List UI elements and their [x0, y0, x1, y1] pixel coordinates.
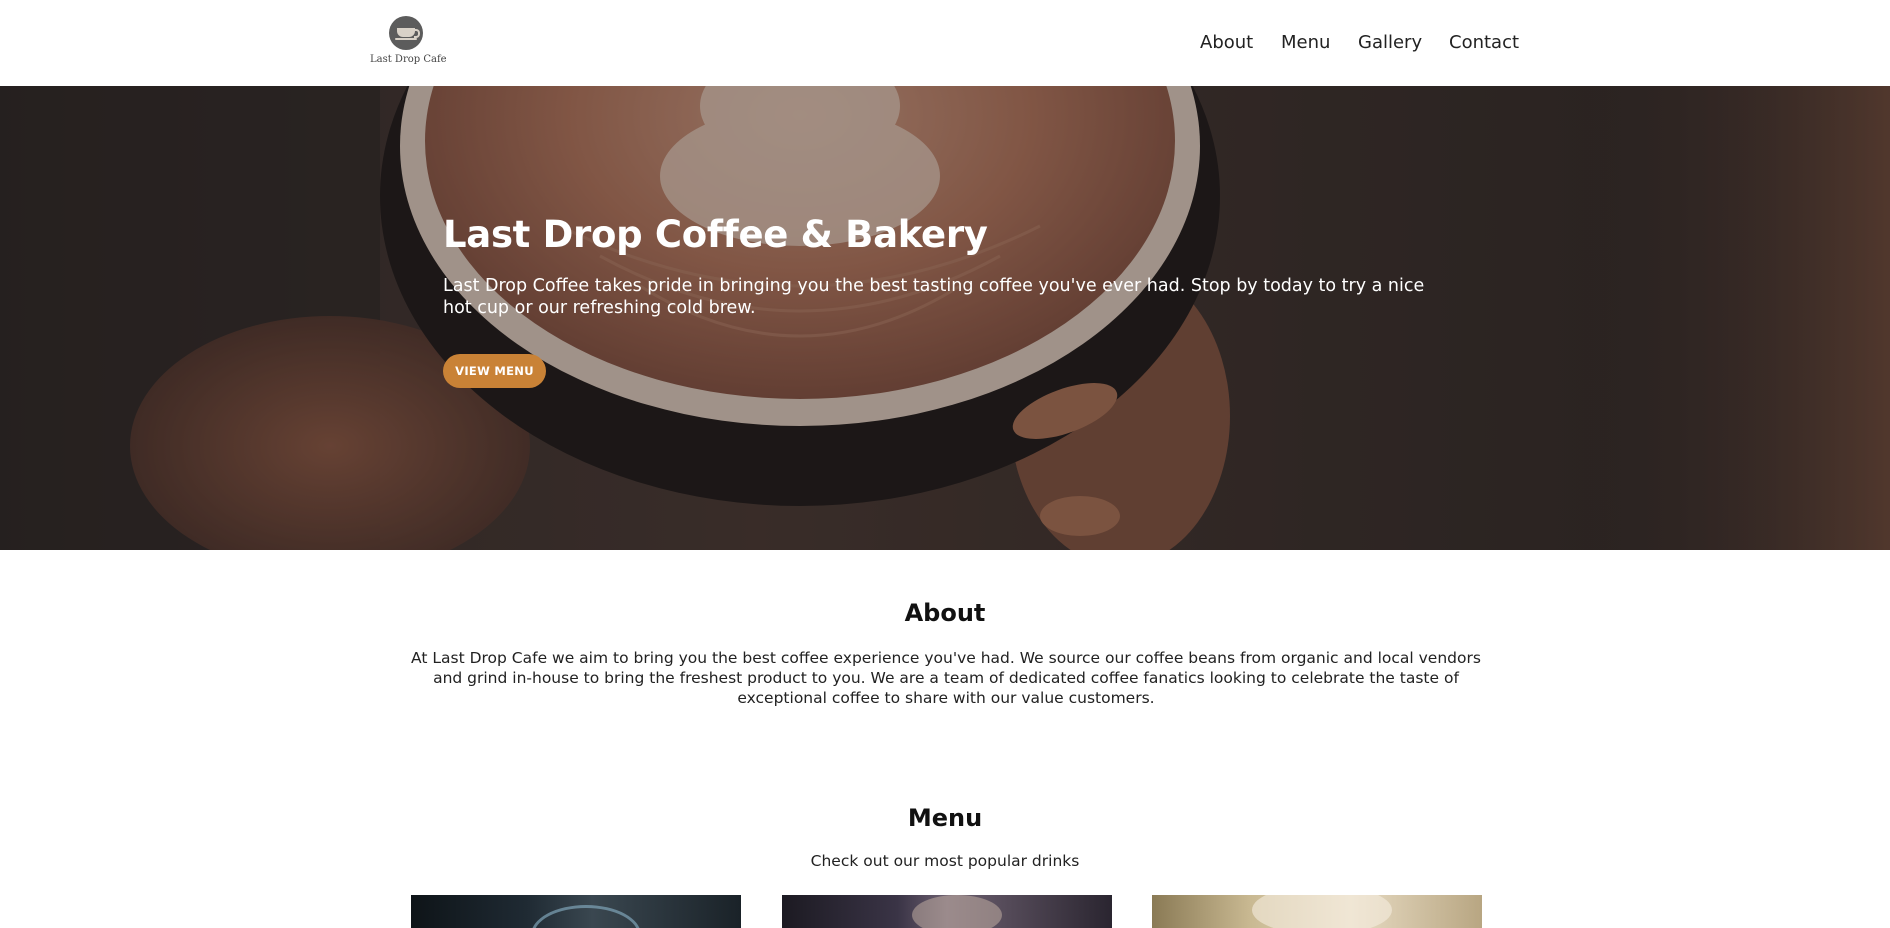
menu-card-image-2[interactable] [782, 895, 1112, 928]
menu-heading: Menu [907, 804, 983, 832]
menu-card-image-3[interactable] [1152, 895, 1482, 928]
logo[interactable]: Last Drop Cafe [370, 16, 447, 68]
site-header: Last Drop Cafe About Menu Gallery Contac… [0, 0, 1890, 86]
nav-gallery[interactable]: Gallery [1358, 32, 1422, 53]
menu-subtitle: Check out our most popular drinks [810, 852, 1080, 870]
coffee-cup-icon [389, 16, 423, 50]
logo-text: Last Drop Cafe [370, 54, 447, 65]
about-text: At Last Drop Cafe we aim to bring you th… [411, 649, 1481, 707]
nav-menu[interactable]: Menu [1281, 32, 1330, 53]
hero-title: Last Drop Coffee & Bakery [443, 213, 988, 256]
menu-card-image-1[interactable] [411, 895, 741, 928]
hero-section: Last Drop Coffee & Bakery Last Drop Coff… [0, 86, 1890, 550]
nav-contact[interactable]: Contact [1449, 32, 1519, 53]
about-heading: About [904, 599, 986, 627]
nav-about[interactable]: About [1200, 32, 1253, 53]
view-menu-button[interactable]: VIEW MENU [443, 354, 546, 388]
hero-description: Last Drop Coffee takes pride in bringing… [443, 276, 1425, 318]
